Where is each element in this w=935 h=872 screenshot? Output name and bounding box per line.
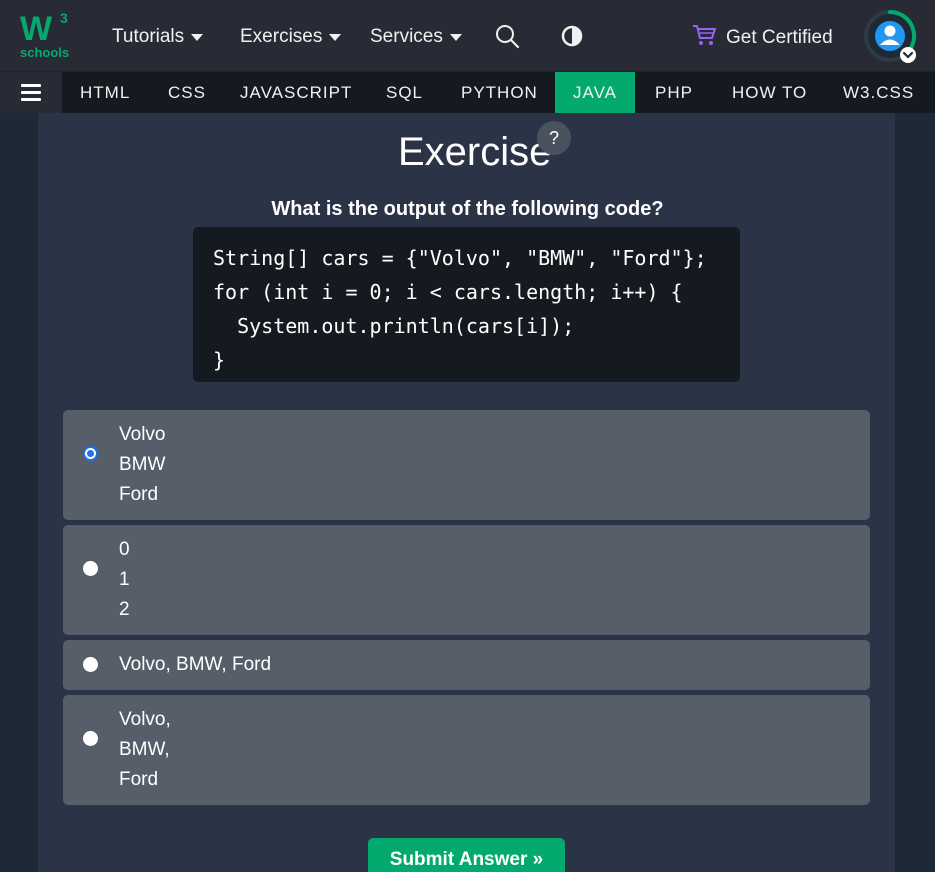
chevron-down-icon [329,33,342,41]
nav-services-label: Services [370,26,443,47]
get-certified-label: Get Certified [726,27,833,48]
question-text: What is the output of the following code… [271,198,664,220]
w3schools-logo[interactable]: W 3 schools [18,10,74,60]
answer-text-3: Volvo, BMW, Ford [119,654,272,675]
subnav-item-css[interactable]: CSS [150,72,224,113]
logo-superscript: 3 [60,10,68,26]
subnav-item-sql[interactable]: SQL [368,72,441,113]
get-certified-link[interactable]: Get Certified [692,24,833,52]
answer-radio-2[interactable] [83,561,98,576]
logo-mark: W [20,10,52,48]
answer-text-4: Volvo, BMW, Ford [119,709,171,790]
code-block: String[] cars = {"Volvo", "BMW", "Ford"}… [193,227,740,382]
answer-option-1[interactable]: Volvo BMW Ford [63,410,870,520]
avatar[interactable] [862,8,918,64]
help-button[interactable]: ? [537,121,571,155]
answer-text-1: Volvo BMW Ford [119,424,166,505]
answer-option-4[interactable]: Volvo, BMW, Ford [63,695,870,805]
subnav-item-java[interactable]: JAVA [555,72,635,113]
top-navbar: W 3 schools Tutorials Exercises Services [0,0,935,72]
answer-radio-4[interactable] [83,731,98,746]
submit-answer-button[interactable]: Submit Answer » [368,838,565,872]
page-title: Exercise [398,130,552,174]
nav-tutorials-label: Tutorials [112,26,185,47]
answer-text-2: 0 1 2 [119,539,130,620]
contrast-icon[interactable] [560,24,586,50]
nav-tutorials[interactable]: Tutorials [112,26,204,48]
answer-radio-3[interactable] [83,657,98,672]
subnav-item-python[interactable]: PYTHON [443,72,556,113]
nav-exercises[interactable]: Exercises [240,26,342,48]
subnav-item-php[interactable]: PHP [637,72,711,113]
cart-icon [692,24,716,52]
subnav-item-html[interactable]: HTML [62,72,148,113]
language-navbar: HTML CSS JAVASCRIPT SQL PYTHON JAVA PHP … [0,72,935,113]
nav-exercises-label: Exercises [240,26,323,47]
nav-services[interactable]: Services [370,26,462,48]
subnav-item-javascript[interactable]: JAVASCRIPT [222,72,370,113]
chevron-down-icon [449,33,462,41]
answer-option-2[interactable]: 0 1 2 [63,525,870,635]
chevron-down-icon [191,33,204,41]
search-icon[interactable] [495,24,521,50]
logo-wordmark: schools [20,45,70,60]
answer-option-3[interactable]: Volvo, BMW, Ford [63,640,870,690]
hamburger-menu-icon[interactable] [0,72,62,113]
subnav-item-w3css[interactable]: W3.CSS [825,72,932,113]
subnav-item-how-to[interactable]: HOW TO [714,72,825,113]
answer-radio-1[interactable] [83,446,98,461]
